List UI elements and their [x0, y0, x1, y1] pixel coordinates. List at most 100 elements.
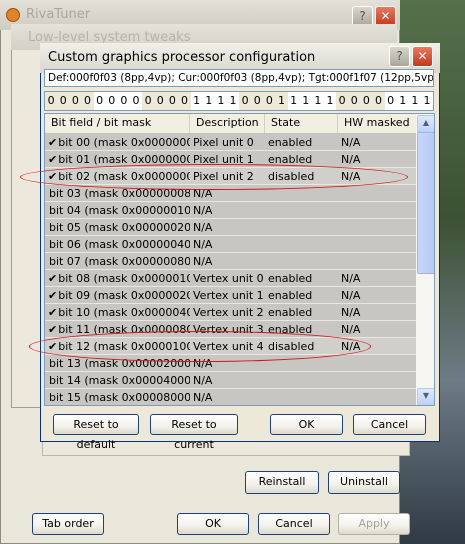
- bit-digit[interactable]: 0: [154, 92, 166, 110]
- checkmark-icon[interactable]: ✔: [48, 304, 57, 320]
- bitfield-cell: ✔bit 11 (mask 0x00000800): [45, 321, 190, 337]
- bit-digit[interactable]: 0: [239, 92, 251, 110]
- checkmark-icon[interactable]: ✔: [48, 168, 57, 184]
- bit-digit[interactable]: 1: [214, 92, 227, 110]
- bit-digit[interactable]: 0: [348, 92, 360, 110]
- state-cell: [265, 202, 338, 218]
- bit-digit[interactable]: 1: [408, 92, 421, 110]
- bitfield-cell: ✔bit 12 (mask 0x00001000): [45, 338, 190, 354]
- table-row[interactable]: ✔bit 12 (mask 0x00001000)Vertex unit 4 di…: [45, 338, 417, 355]
- table-row[interactable]: bit 13 (mask 0x00002000) N/A: [45, 355, 417, 372]
- bit-digit[interactable]: 0: [178, 92, 190, 110]
- description-cell: Pixel unit 0: [193, 136, 254, 149]
- dialog-help-button[interactable]: ?: [389, 46, 410, 67]
- bit-digit[interactable]: 0: [69, 92, 81, 110]
- bit-digit[interactable]: 1: [202, 92, 215, 110]
- description-cell: Vertex unit 3: [193, 323, 264, 336]
- bitfield-label: bit 13 (mask 0x00002000): [49, 356, 190, 370]
- table-row[interactable]: bit 15 (mask 0x00008000) N/A: [45, 389, 417, 405]
- state-cell: enabled: [268, 323, 313, 336]
- scroll-down-icon[interactable]: ▼: [417, 388, 434, 405]
- dialog-close-button[interactable]: ✕: [412, 46, 433, 67]
- state-cell: [265, 389, 338, 405]
- bit-digit[interactable]: 1: [311, 92, 324, 110]
- checkmark-icon[interactable]: ✔: [48, 287, 57, 303]
- hw-masked-cell: N/A: [341, 170, 361, 183]
- table-row[interactable]: bit 04 (mask 0x00000010) N/A: [45, 202, 417, 219]
- table-row[interactable]: bit 14 (mask 0x00004000) N/A: [45, 372, 417, 389]
- bit-digit[interactable]: 1: [299, 92, 312, 110]
- bit-digit[interactable]: 0: [372, 92, 384, 110]
- table-row[interactable]: bit 05 (mask 0x00000020) N/A: [45, 219, 417, 236]
- bitmask-display: 00000000000011110001111100000111: [44, 91, 434, 111]
- bit-digit[interactable]: 1: [420, 92, 433, 110]
- tab-order-button[interactable]: Tab order: [32, 513, 104, 535]
- bitfield-label: bit 09 (mask 0x00000200): [58, 288, 190, 302]
- description-cell: N/A: [193, 357, 213, 370]
- checkmark-icon[interactable]: ✔: [48, 270, 57, 286]
- bit-digit[interactable]: 1: [287, 92, 300, 110]
- apply-button[interactable]: Apply: [338, 513, 410, 535]
- table-row[interactable]: ✔bit 11 (mask 0x00000800)Vertex unit 3 en…: [45, 321, 417, 338]
- bit-digit[interactable]: 0: [336, 92, 348, 110]
- hw-masked-cell: [338, 372, 417, 388]
- bit-digit[interactable]: 1: [275, 92, 287, 110]
- scroll-up-icon[interactable]: ▲: [417, 115, 434, 133]
- checkmark-icon[interactable]: ✔: [48, 321, 57, 337]
- hw-masked-cell: N/A: [341, 340, 361, 353]
- column-header-state[interactable]: State: [265, 114, 338, 133]
- bit-digit[interactable]: 1: [226, 92, 239, 110]
- bit-digit[interactable]: 0: [117, 92, 130, 110]
- bitfield-label: bit 05 (mask 0x00000020): [49, 220, 190, 234]
- bit-digit[interactable]: 1: [396, 92, 409, 110]
- bit-digit[interactable]: 1: [323, 92, 336, 110]
- table-row[interactable]: ✔bit 02 (mask 0x00000004)Pixel unit 2 dis…: [45, 168, 417, 185]
- bit-digit[interactable]: 0: [81, 92, 93, 110]
- table-row[interactable]: ✔bit 08 (mask 0x00000100)Vertex unit 0 en…: [45, 270, 417, 287]
- bit-digit[interactable]: 0: [263, 92, 275, 110]
- bitfield-cell: ✔bit 09 (mask 0x00000200): [45, 287, 190, 303]
- dialog-cancel-button[interactable]: Cancel: [353, 414, 426, 435]
- bit-digit[interactable]: 0: [384, 92, 397, 110]
- list-scrollbar[interactable]: ▲ ▼: [416, 114, 434, 405]
- bitfield-label: bit 07 (mask 0x00000080): [49, 254, 190, 268]
- hw-masked-cell: N/A: [341, 153, 361, 166]
- table-row[interactable]: ✔bit 01 (mask 0x00000002)Pixel unit 1 ena…: [45, 151, 417, 168]
- bit-digit[interactable]: 0: [360, 92, 372, 110]
- checkmark-icon[interactable]: ✔: [48, 134, 57, 150]
- list-rows: ✔bit 00 (mask 0x00000001)Pixel unit 0ena…: [45, 134, 417, 405]
- table-row[interactable]: ✔bit 09 (mask 0x00000200)Vertex unit 1 en…: [45, 287, 417, 304]
- column-header-description[interactable]: Description: [190, 114, 265, 133]
- bitfield-list[interactable]: Bit field / bit mask Description State H…: [44, 113, 435, 406]
- column-header-bitfield[interactable]: Bit field / bit mask: [45, 114, 190, 133]
- bit-digit[interactable]: 1: [190, 92, 203, 110]
- uninstall-button[interactable]: Uninstall: [328, 471, 400, 494]
- bit-digit[interactable]: 0: [251, 92, 263, 110]
- bitfield-label: bit 14 (mask 0x00004000): [49, 373, 190, 387]
- reinstall-button[interactable]: Reinstall: [245, 471, 319, 494]
- bitfield-cell: bit 03 (mask 0x00000008): [45, 185, 190, 201]
- dialog-ok-button[interactable]: OK: [270, 414, 343, 435]
- main-ok-button[interactable]: OK: [177, 513, 249, 535]
- bit-digit[interactable]: 0: [57, 92, 69, 110]
- table-row[interactable]: ✔bit 10 (mask 0x00000400)Vertex unit 2 en…: [45, 304, 417, 321]
- bit-digit[interactable]: 0: [105, 92, 118, 110]
- bit-digit[interactable]: 0: [93, 92, 106, 110]
- bit-digit[interactable]: 0: [129, 92, 142, 110]
- table-row[interactable]: bit 03 (mask 0x00000008) N/A: [45, 185, 417, 202]
- bit-digit[interactable]: 0: [142, 92, 154, 110]
- table-row[interactable]: bit 06 (mask 0x00000040) N/A: [45, 236, 417, 253]
- bit-digit[interactable]: 0: [45, 92, 57, 110]
- reset-default-button[interactable]: Reset to default: [53, 414, 139, 451]
- scroll-thumb[interactable]: [417, 132, 434, 274]
- table-row[interactable]: ✔bit 00 (mask 0x00000001)Pixel unit 0 ena…: [45, 134, 417, 151]
- bitfield-label: bit 01 (mask 0x00000002): [58, 152, 190, 166]
- main-cancel-button[interactable]: Cancel: [258, 513, 330, 535]
- bit-digit[interactable]: 0: [166, 92, 178, 110]
- description-cell: Pixel unit 2: [193, 170, 254, 183]
- checkmark-icon[interactable]: ✔: [48, 151, 57, 167]
- reset-current-button[interactable]: Reset to current: [150, 414, 238, 451]
- table-row[interactable]: bit 07 (mask 0x00000080) N/A: [45, 253, 417, 270]
- checkmark-icon[interactable]: ✔: [48, 338, 57, 354]
- column-header-hw-masked[interactable]: HW masked: [338, 114, 417, 133]
